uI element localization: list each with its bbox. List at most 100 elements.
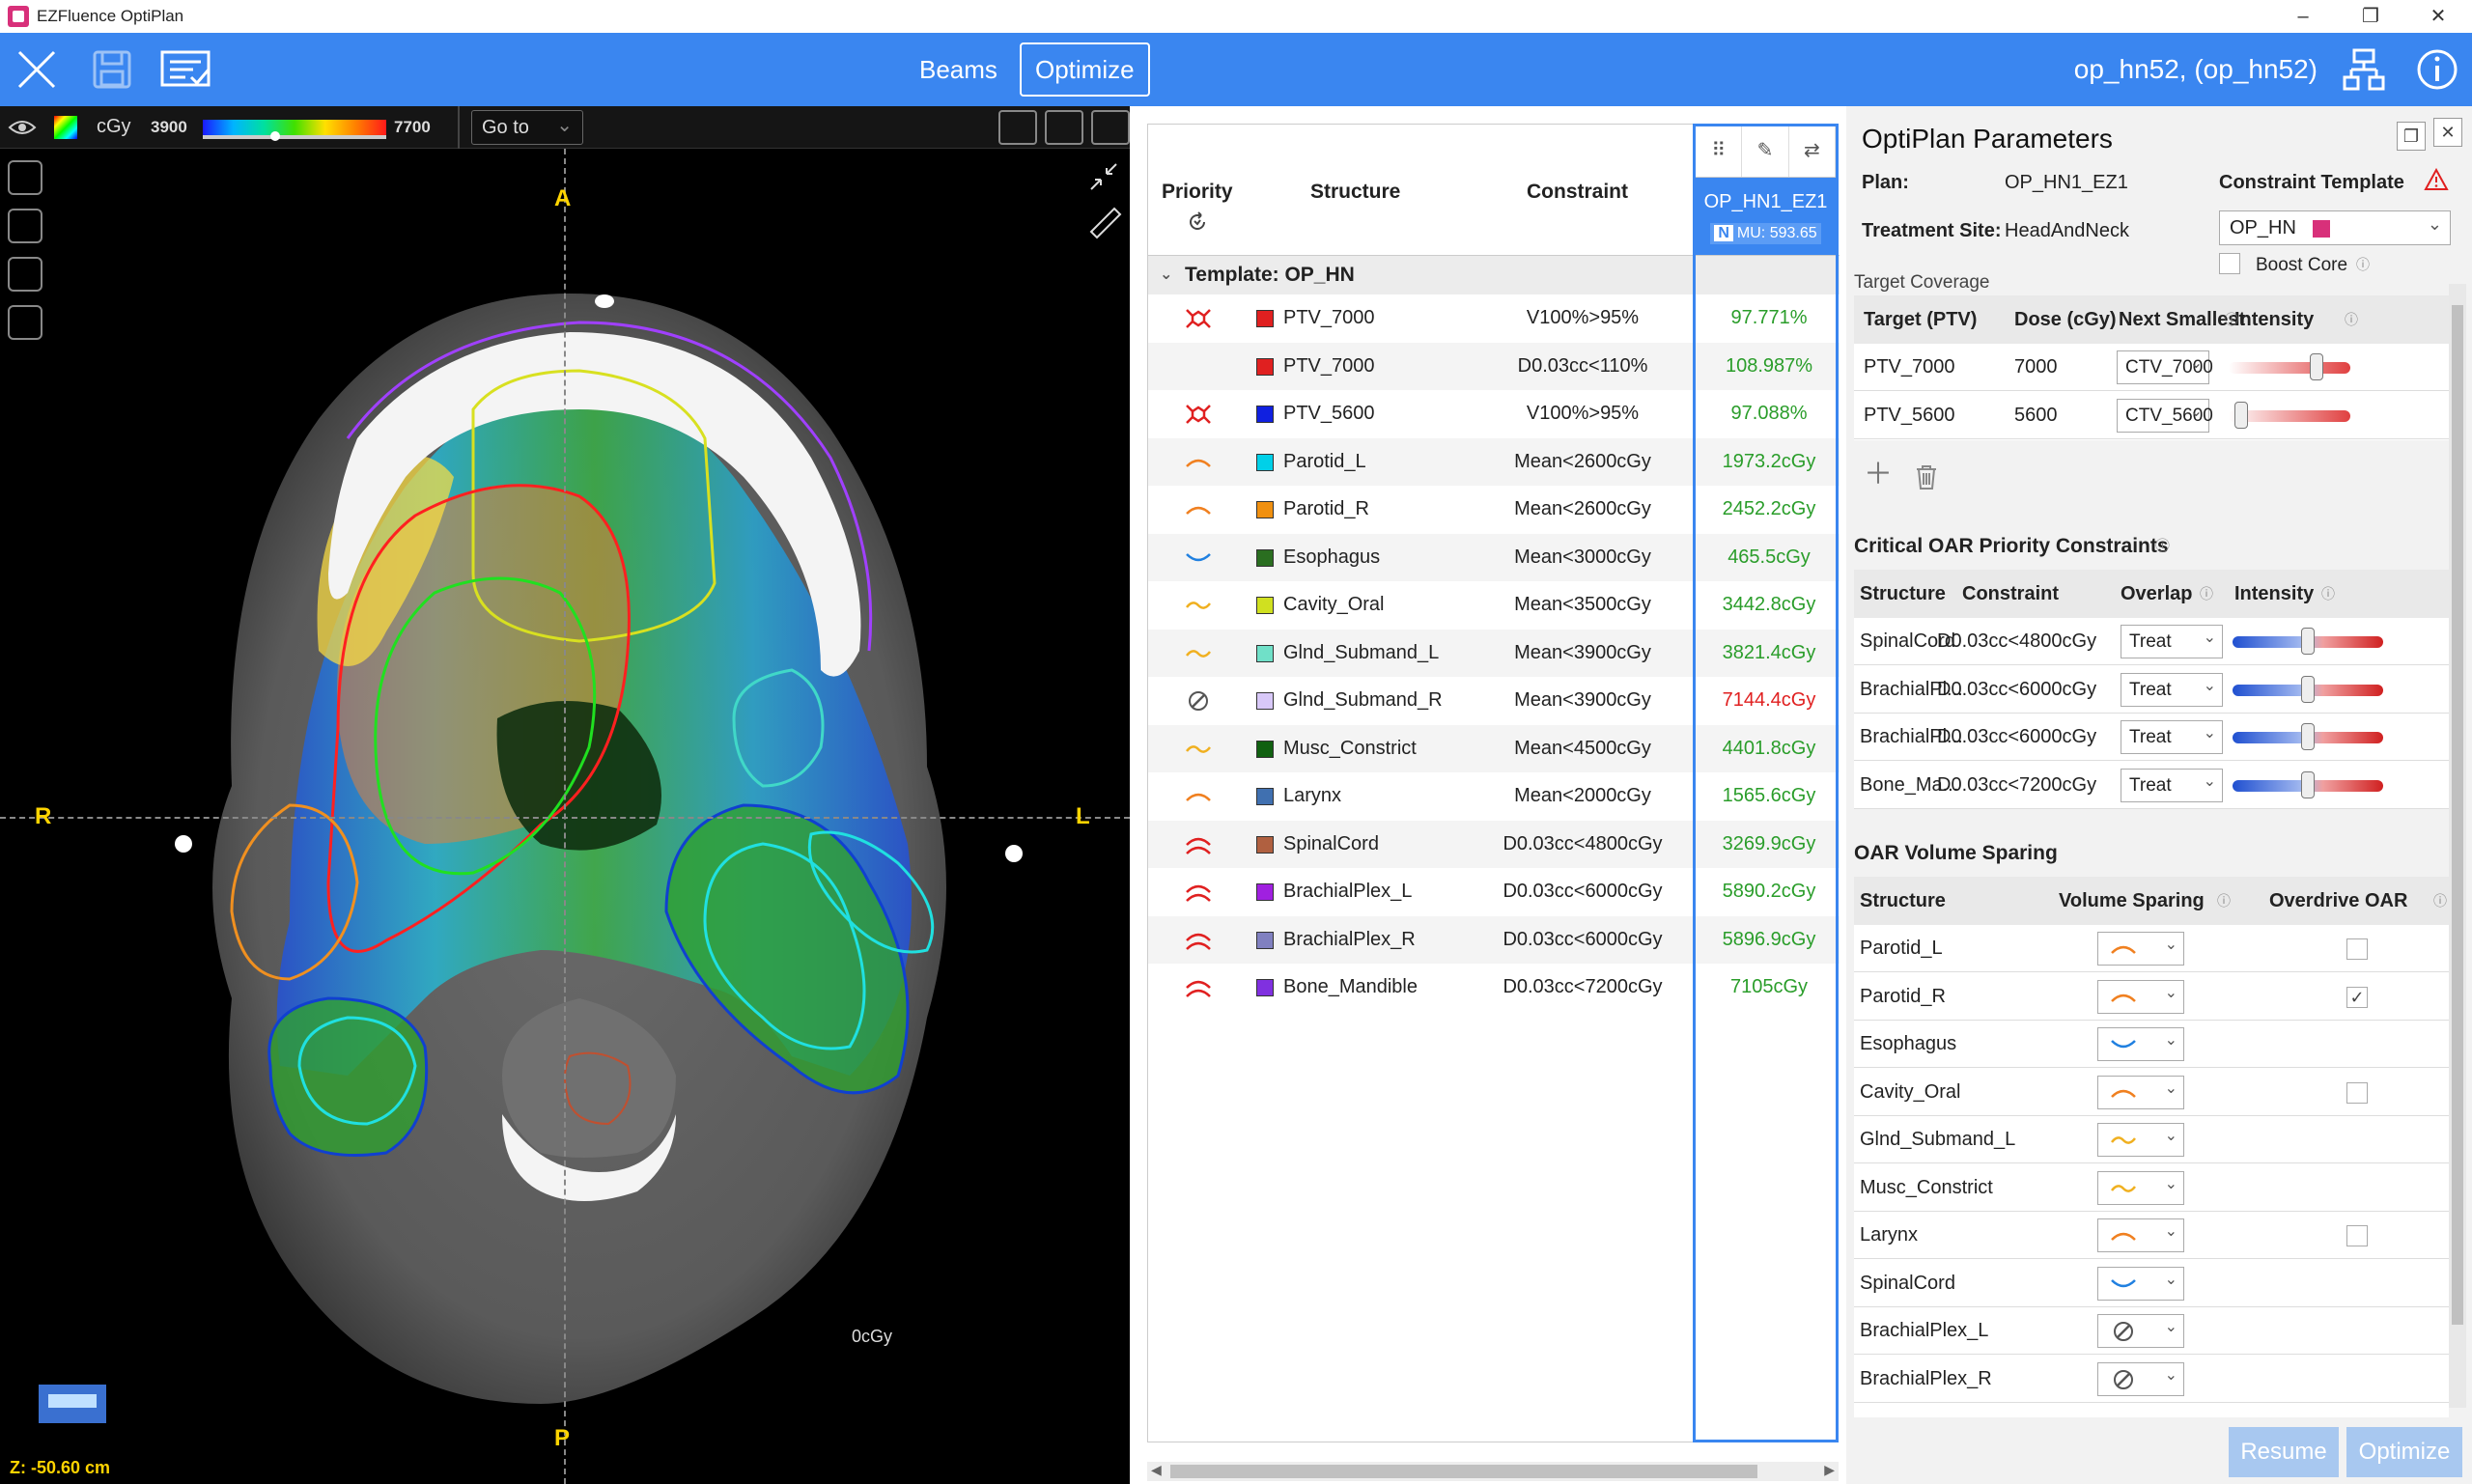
info-icon[interactable]: ⓘ (2225, 295, 2238, 344)
volume-sparing-up-icon[interactable] (2104, 1080, 2143, 1106)
sagittal-view-icon[interactable] (1091, 110, 1130, 145)
priority-up-icon[interactable] (1179, 784, 1218, 809)
collapse-view-icon[interactable] (1087, 160, 1120, 193)
priority-core-icon[interactable] (1179, 402, 1218, 427)
optimize-button[interactable]: Optimize (2346, 1427, 2462, 1477)
save-icon[interactable] (89, 46, 135, 93)
overlap-select[interactable]: Treat (2121, 670, 2223, 707)
info-icon[interactable]: ⓘ (2345, 295, 2358, 344)
swap-icon[interactable]: ⇄ (1789, 124, 1836, 177)
sparing-row[interactable]: Parotid_R ✓ (1854, 972, 2449, 1021)
ruler-icon[interactable] (1087, 205, 1122, 239)
info-icon[interactable]: ⓘ (2217, 877, 2231, 925)
header-priority[interactable]: Priority (1162, 181, 1233, 204)
oar-row[interactable]: Bone_Ma... D0.03cc<7200cGy Treat (1854, 761, 2449, 809)
sparing-row[interactable]: Esophagus (1854, 1021, 2449, 1068)
volume-sparing-down-icon[interactable] (2104, 1272, 2143, 1297)
constraint-table-hscroll[interactable]: ◀ ▶ (1147, 1462, 1839, 1481)
priority-up-icon[interactable] (1179, 450, 1218, 475)
overdrive-checkbox[interactable] (2346, 1081, 2368, 1104)
volume-sparing-off-icon[interactable] (2104, 1319, 2143, 1344)
priority-double-icon[interactable] (1179, 832, 1218, 857)
sparing-row[interactable]: Cavity_Oral (1854, 1068, 2449, 1116)
header-structure[interactable]: Structure (1310, 181, 1400, 204)
constraint-row[interactable]: BrachialPlex_L D0.03cc<6000cGy 5890.2cGy (1148, 868, 1840, 915)
sparing-row[interactable]: SpinalCord (1854, 1259, 2449, 1307)
constraint-row[interactable]: PTV_7000 D0.03cc<110% 108.987% (1148, 342, 1840, 390)
sparing-row[interactable]: BrachialPlex_L (1854, 1307, 2449, 1355)
constraint-row[interactable]: Esophagus Mean<3000cGy 465.5cGy (1148, 533, 1840, 581)
scroll-left-icon[interactable]: ◀ (1151, 1462, 1162, 1478)
intensity-slider-knob[interactable] (2301, 770, 2315, 798)
panel-vscroll[interactable] (2449, 284, 2466, 1408)
constraint-row[interactable]: Larynx Mean<2000cGy 1565.6cGy (1148, 772, 1840, 820)
volume-sparing-select[interactable] (2097, 929, 2184, 966)
constraint-row[interactable]: PTV_7000 V100%>95% 97.771% (1148, 294, 1840, 342)
priority-wave-icon[interactable] (1179, 737, 1218, 762)
intensity-slider-knob[interactable] (2301, 628, 2315, 655)
oar-row[interactable]: BrachialPl... D0.03cc<6000cGy Treat (1854, 714, 2449, 761)
priority-double-icon[interactable] (1179, 928, 1218, 953)
minimize-button[interactable]: – (2269, 0, 2337, 33)
overlap-select[interactable]: Treat (2121, 717, 2223, 754)
chevron-down-icon[interactable]: ⌄ (1160, 256, 1172, 294)
volume-sparing-select[interactable] (2097, 1120, 2184, 1157)
constraint-row[interactable]: Glnd_Submand_L Mean<3900cGy 3821.4cGy (1148, 629, 1840, 677)
volume-sparing-off-icon[interactable] (2104, 1367, 2143, 1392)
crosshair-vertical[interactable] (564, 149, 566, 1484)
next-smallest-select[interactable]: CTV_7000 (2117, 348, 2213, 384)
constraint-row[interactable]: Parotid_L Mean<2600cGy 1973.2cGy (1148, 437, 1840, 486)
close-plan-button[interactable] (0, 33, 73, 106)
intensity-slider-knob[interactable] (2301, 675, 2315, 703)
header-dose[interactable]: Dose (cGy) (2014, 295, 2117, 344)
header-structure[interactable]: Structure (1860, 877, 1946, 925)
volume-sparing-select[interactable] (2097, 1359, 2184, 1396)
overdrive-checkbox[interactable]: ✓ (2346, 986, 2368, 1008)
dose-slider-knob[interactable] (270, 131, 280, 141)
sparing-row[interactable]: Musc_Constrict (1854, 1163, 2449, 1212)
info-icon[interactable]: ⓘ (2433, 877, 2447, 925)
header-ptv[interactable]: Target (PTV) (1864, 295, 1977, 344)
info-icon[interactable] (2414, 46, 2460, 93)
plan-column-title[interactable]: OP_HN1_EZ1 N MU: 593.65 (1696, 178, 1836, 255)
intensity-slider-knob[interactable] (2310, 353, 2323, 380)
volume-sparing-wave-icon[interactable] (2104, 1128, 2143, 1153)
constraint-row[interactable]: Bone_Mandible D0.03cc<7200cGy 7105cGy (1148, 964, 1840, 1011)
copy-icon[interactable]: ❐ (2397, 122, 2426, 151)
priority-wave-icon[interactable] (1179, 641, 1218, 666)
optimize-tab[interactable]: Optimize (1020, 42, 1150, 97)
colormap-icon[interactable] (54, 116, 77, 139)
oar-row[interactable]: SpinalCord D0.03cc<4800cGy Treat (1854, 618, 2449, 665)
edit-plan-icon[interactable]: ✎ (1742, 124, 1789, 177)
header-overlap[interactable]: Overlap (2121, 570, 2192, 618)
intensity-slider[interactable] (2229, 362, 2350, 374)
volume-sparing-wave-icon[interactable] (2104, 1176, 2143, 1201)
reset-priority-icon[interactable] (1187, 211, 1208, 233)
constraint-row[interactable]: Glnd_Submand_R Mean<3900cGy 7144.4cGy (1148, 677, 1840, 724)
warning-icon[interactable] (2424, 168, 2449, 191)
header-structure[interactable]: Structure (1860, 570, 1946, 618)
scroll-right-icon[interactable]: ▶ (1824, 1462, 1835, 1478)
template-group-row[interactable]: ⌄ Template: OP_HN (1148, 256, 1840, 294)
overdrive-checkbox[interactable] (2346, 1225, 2368, 1246)
priority-down-icon[interactable] (1179, 546, 1218, 571)
priority-wave-icon[interactable] (1179, 593, 1218, 618)
trash-icon[interactable] (1914, 463, 1939, 490)
volume-sparing-select[interactable] (2097, 1024, 2184, 1061)
target-row[interactable]: PTV_7000 7000 CTV_7000 (1854, 344, 2449, 391)
volume-sparing-up-icon[interactable] (2104, 937, 2143, 962)
volume-sparing-select[interactable] (2097, 1311, 2184, 1348)
vscroll-thumb[interactable] (2452, 305, 2463, 1325)
volume-sparing-up-icon[interactable] (2104, 985, 2143, 1010)
header-volume[interactable]: Volume Sparing (2059, 877, 2205, 925)
volume-sparing-select[interactable] (2097, 1216, 2184, 1252)
dose-slider[interactable] (203, 135, 386, 139)
target-row[interactable]: PTV_5600 5600 CTV_5600 (1854, 392, 2449, 439)
add-target-button[interactable]: ＋ (1864, 461, 1893, 490)
close-window-button[interactable]: ✕ (2404, 0, 2472, 33)
header-constraint[interactable]: Constraint (1962, 570, 2059, 618)
oar-row[interactable]: BrachialPl... D0.03cc<6000cGy Treat (1854, 665, 2449, 714)
header-constraint[interactable]: Constraint (1527, 181, 1628, 204)
sparing-row[interactable]: Parotid_L (1854, 925, 2449, 972)
overlap-select[interactable]: Treat (2121, 622, 2223, 658)
